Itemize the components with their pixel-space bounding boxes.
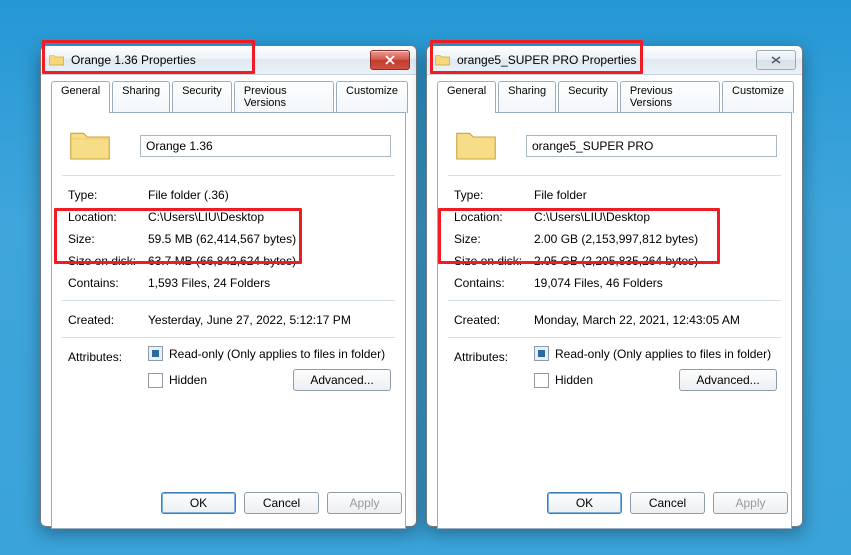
value-location: C:\Users\LIU\Desktop — [148, 210, 395, 224]
value-created: Yesterday, June 27, 2022, 5:12:17 PM — [148, 313, 395, 327]
titlebar[interactable]: orange5_SUPER PRO Properties — [427, 46, 802, 75]
value-size: 59.5 MB (62,414,567 bytes) — [148, 232, 395, 246]
tab-previous-versions[interactable]: Previous Versions — [234, 81, 334, 113]
tab-strip: General Sharing Security Previous Versio… — [41, 75, 416, 113]
tab-panel-general: Type:File folder Location:C:\Users\LIU\D… — [437, 112, 792, 529]
tab-security[interactable]: Security — [558, 81, 618, 113]
advanced-button[interactable]: Advanced... — [679, 369, 777, 391]
label-hidden: Hidden — [555, 373, 593, 387]
value-created: Monday, March 22, 2021, 12:43:05 AM — [534, 313, 781, 327]
folder-icon — [49, 53, 65, 67]
tab-general[interactable]: General — [51, 81, 110, 113]
label-hidden: Hidden — [169, 373, 207, 387]
label-readonly: Read-only (Only applies to files in fold… — [169, 347, 385, 361]
value-contains: 19,074 Files, 46 Folders — [534, 276, 781, 290]
window-title: orange5_SUPER PRO Properties — [457, 53, 756, 67]
value-size: 2.00 GB (2,153,997,812 bytes) — [534, 232, 781, 246]
properties-dialog-left: Orange 1.36 Properties General Sharing S… — [40, 45, 417, 527]
folder-icon — [435, 53, 451, 67]
folder-icon — [454, 126, 498, 166]
value-size-on-disk: 63.7 MB (66,842,624 bytes) — [148, 254, 395, 268]
divider — [448, 175, 781, 176]
advanced-button[interactable]: Advanced... — [293, 369, 391, 391]
tab-panel-general: Type:File folder (.36) Location:C:\Users… — [51, 112, 406, 529]
divider — [448, 300, 781, 301]
folder-icon — [68, 126, 112, 166]
dialog-buttons: OK Cancel Apply — [161, 492, 402, 514]
value-contains: 1,593 Files, 24 Folders — [148, 276, 395, 290]
label-created: Created: — [68, 313, 148, 327]
apply-button[interactable]: Apply — [327, 492, 402, 514]
label-size-on-disk: Size on disk: — [68, 254, 148, 268]
divider — [62, 300, 395, 301]
label-location: Location: — [454, 210, 534, 224]
window-title: Orange 1.36 Properties — [71, 53, 370, 67]
divider — [62, 337, 395, 338]
tab-previous-versions[interactable]: Previous Versions — [620, 81, 720, 113]
label-location: Location: — [68, 210, 148, 224]
label-attributes: Attributes: — [68, 346, 148, 399]
checkbox-hidden[interactable] — [534, 373, 549, 388]
tab-security[interactable]: Security — [172, 81, 232, 113]
titlebar[interactable]: Orange 1.36 Properties — [41, 46, 416, 75]
ok-button[interactable]: OK — [547, 492, 622, 514]
cancel-button[interactable]: Cancel — [630, 492, 705, 514]
dialog-buttons: OK Cancel Apply — [547, 492, 788, 514]
label-type: Type: — [68, 188, 148, 202]
label-created: Created: — [454, 313, 534, 327]
checkbox-readonly[interactable] — [148, 346, 163, 361]
value-size-on-disk: 2.05 GB (2,205,835,264 bytes) — [534, 254, 781, 268]
label-size: Size: — [68, 232, 148, 246]
properties-dialog-right: orange5_SUPER PRO Properties General Sha… — [426, 45, 803, 527]
tab-sharing[interactable]: Sharing — [498, 81, 556, 113]
ok-button[interactable]: OK — [161, 492, 236, 514]
tab-strip: General Sharing Security Previous Versio… — [427, 75, 802, 113]
apply-button[interactable]: Apply — [713, 492, 788, 514]
folder-name-input[interactable] — [140, 135, 391, 157]
cancel-button[interactable]: Cancel — [244, 492, 319, 514]
value-type: File folder — [534, 188, 781, 202]
value-location: C:\Users\LIU\Desktop — [534, 210, 781, 224]
tab-sharing[interactable]: Sharing — [112, 81, 170, 113]
label-contains: Contains: — [68, 276, 148, 290]
tab-customize[interactable]: Customize — [722, 81, 794, 113]
tab-general[interactable]: General — [437, 81, 496, 113]
folder-name-input[interactable] — [526, 135, 777, 157]
label-attributes: Attributes: — [454, 346, 534, 399]
close-button[interactable] — [756, 50, 796, 70]
value-type: File folder (.36) — [148, 188, 395, 202]
label-size: Size: — [454, 232, 534, 246]
label-readonly: Read-only (Only applies to files in fold… — [555, 347, 771, 361]
label-type: Type: — [454, 188, 534, 202]
checkbox-hidden[interactable] — [148, 373, 163, 388]
divider — [62, 175, 395, 176]
label-size-on-disk: Size on disk: — [454, 254, 534, 268]
checkbox-readonly[interactable] — [534, 346, 549, 361]
close-button[interactable] — [370, 50, 410, 70]
divider — [448, 337, 781, 338]
tab-customize[interactable]: Customize — [336, 81, 408, 113]
label-contains: Contains: — [454, 276, 534, 290]
